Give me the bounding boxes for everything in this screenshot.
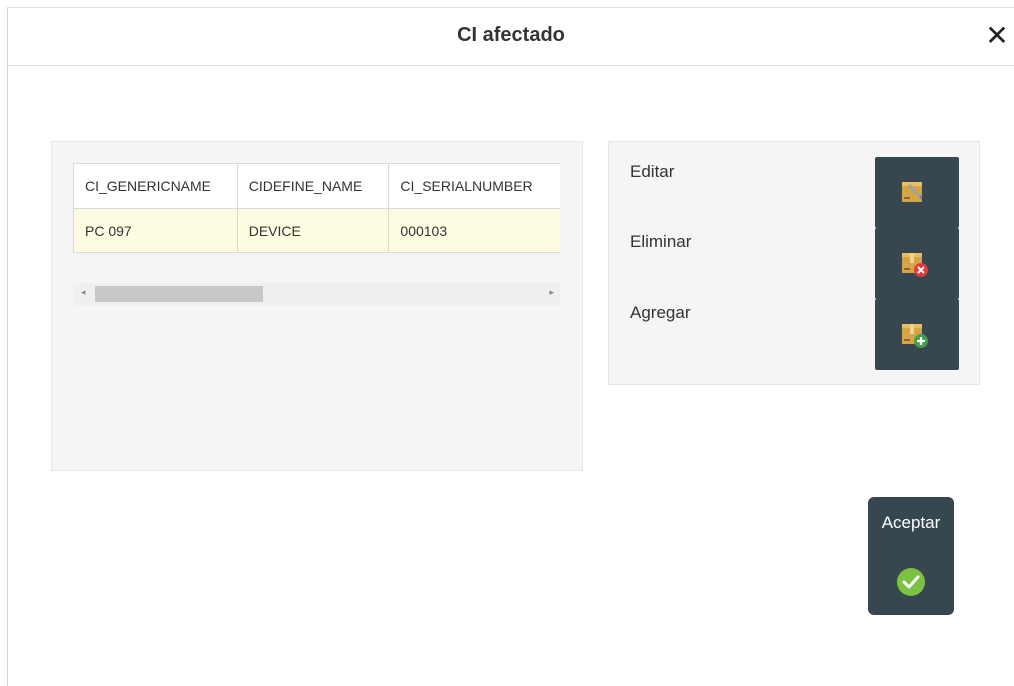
column-header-ci-serialnumber[interactable]: CI_SERIALNUMBER <box>388 163 560 209</box>
scrollbar-thumb[interactable] <box>95 286 263 302</box>
edit-box-icon <box>902 182 922 202</box>
ci-grid-viewport: CI_GENERICNAME CIDEFINE_NAME CI_SERIALNU… <box>73 163 560 255</box>
delete-button[interactable] <box>875 228 959 299</box>
add-box-icon <box>902 324 928 348</box>
table-row[interactable]: PC 097 DEVICE 000103 <box>73 208 560 253</box>
dialog-header: CI afectado ✕ <box>8 8 1014 66</box>
horizontal-scrollbar[interactable]: ◂ ▸ <box>73 283 560 305</box>
add-label: Agregar <box>630 303 691 322</box>
ci-grid-panel: CI_GENERICNAME CIDEFINE_NAME CI_SERIALNU… <box>51 141 583 471</box>
cell-ci-serialnumber[interactable]: 000103 <box>388 208 560 253</box>
check-circle-icon <box>897 568 925 596</box>
column-header-cidefine-name[interactable]: CIDEFINE_NAME <box>236 163 390 209</box>
edit-label: Editar <box>630 162 675 181</box>
scroll-left-icon[interactable]: ◂ <box>81 287 86 298</box>
add-button[interactable] <box>875 299 959 370</box>
cell-cidefine-name[interactable]: DEVICE <box>236 208 390 253</box>
actions-panel: Editar Eliminar Agregar <box>608 141 980 385</box>
scroll-right-icon[interactable]: ▸ <box>549 287 554 298</box>
dialog-title: CI afectado <box>457 24 565 46</box>
delete-label: Eliminar <box>630 232 692 251</box>
close-icon[interactable]: ✕ <box>984 21 1010 51</box>
ci-grid: CI_GENERICNAME CIDEFINE_NAME CI_SERIALNU… <box>73 163 560 253</box>
delete-box-icon <box>902 253 928 277</box>
grid-header-row: CI_GENERICNAME CIDEFINE_NAME CI_SERIALNU… <box>73 163 560 209</box>
column-header-ci-genericname[interactable]: CI_GENERICNAME <box>73 163 238 209</box>
accept-label: Aceptar <box>881 513 941 532</box>
cell-ci-genericname[interactable]: PC 097 <box>73 208 238 253</box>
accept-button[interactable]: Aceptar <box>868 497 954 615</box>
edit-button[interactable] <box>875 157 959 228</box>
